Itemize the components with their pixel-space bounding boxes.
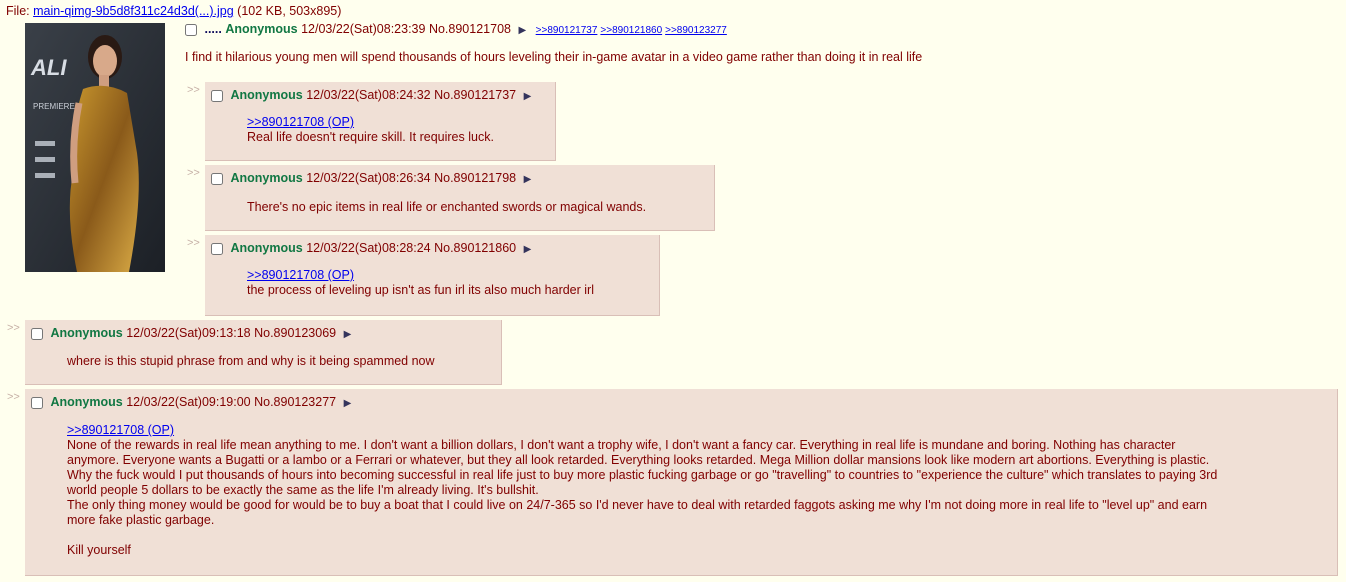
post-date: 12/03/22(Sat)09:19:00 [126, 395, 250, 409]
message-line: There's no epic items in real life or en… [247, 200, 646, 214]
quote-link[interactable]: >>890121708 (OP) [247, 115, 354, 129]
post-date: 12/03/22(Sat)08:28:24 [306, 241, 430, 255]
op-select-checkbox[interactable] [185, 24, 197, 36]
message-line: Real life doesn't require skill. It requ… [247, 130, 494, 144]
reply-message: There's no epic items in real life or en… [247, 200, 646, 215]
post-menu-arrow-icon[interactable]: ▶ [524, 174, 532, 185]
op-date: 12/03/22(Sat)08:23:39 [301, 22, 425, 36]
reply-select-checkbox[interactable] [211, 243, 223, 255]
op-post-header: ..... Anonymous 12/03/22(Sat)08:23:39 No… [185, 22, 922, 36]
svg-text:ALI: ALI [30, 55, 67, 80]
post-date: 12/03/22(Sat)09:13:18 [126, 326, 250, 340]
reply-select-checkbox[interactable] [31, 328, 43, 340]
message-line: more fake plastic garbage. [67, 513, 214, 527]
reply-select-checkbox[interactable] [211, 90, 223, 102]
reply-select-checkbox[interactable] [211, 173, 223, 185]
op-post-number[interactable]: No.890121708 [429, 22, 511, 36]
file-label: File: [6, 4, 33, 18]
post-menu-arrow-icon[interactable]: ▶ [524, 244, 532, 255]
quote-link[interactable]: >>890121708 (OP) [67, 423, 174, 437]
reply-header: Anonymous 12/03/22(Sat)08:28:24 No.89012… [211, 241, 531, 255]
reply-post: Anonymous 12/03/22(Sat)08:28:24 No.89012… [205, 235, 660, 316]
message-line: the process of leveling up isn't as fun … [247, 283, 594, 297]
backlink[interactable]: >>890121860 [600, 25, 662, 36]
reply-header: Anonymous 12/03/22(Sat)09:13:18 No.89012… [31, 326, 351, 340]
reply-header: Anonymous 12/03/22(Sat)08:24:32 No.89012… [211, 88, 531, 102]
backlink[interactable]: >>890121737 [536, 25, 598, 36]
reply-post: Anonymous 12/03/22(Sat)09:19:00 No.89012… [25, 389, 1338, 576]
op-post: ..... Anonymous 12/03/22(Sat)08:23:39 No… [185, 22, 922, 65]
svg-text:PREMIERE: PREMIERE [33, 102, 75, 111]
message-line: anymore. Everyone wants a Bugatti or a l… [67, 453, 1209, 467]
post-menu-arrow-icon[interactable]: ▶ [524, 91, 532, 102]
backlink[interactable]: >>890123277 [665, 25, 727, 36]
post-number[interactable]: No.890123277 [254, 395, 336, 409]
file-meta: (102 KB, 503x895) [234, 4, 342, 18]
reply-message: >>890121708 (OP) the process of leveling… [247, 268, 594, 298]
post-date: 12/03/22(Sat)08:24:32 [306, 88, 430, 102]
op-subject: ..... [204, 22, 221, 36]
reply-post: Anonymous 12/03/22(Sat)09:13:18 No.89012… [25, 320, 502, 385]
file-link[interactable]: main-qimg-9b5d8f311c24d3d(...).jpg [33, 4, 234, 18]
poster-name: Anonymous [230, 88, 302, 102]
post-menu-arrow-icon[interactable]: ▶ [344, 329, 352, 340]
reply-message: >>890121708 (OP) None of the rewards in … [67, 423, 1217, 558]
reply-header: Anonymous 12/03/22(Sat)08:26:34 No.89012… [211, 171, 531, 185]
reply-select-checkbox[interactable] [31, 397, 43, 409]
reply-post: Anonymous 12/03/22(Sat)08:24:32 No.89012… [205, 82, 556, 161]
post-menu-arrow-icon[interactable]: ▶ [518, 25, 526, 36]
message-line: Why the fuck would I put thousands of ho… [67, 468, 1217, 482]
reply-message: where is this stupid phrase from and why… [67, 354, 435, 369]
side-arrows: >> [187, 84, 200, 96]
poster-name: Anonymous [230, 171, 302, 185]
post-number[interactable]: No.890121860 [434, 241, 516, 255]
side-arrows: >> [187, 167, 200, 179]
side-arrows: >> [7, 391, 20, 403]
reply-header: Anonymous 12/03/22(Sat)09:19:00 No.89012… [31, 395, 351, 409]
message-line: world people 5 dollars to be exactly the… [67, 483, 539, 497]
reply-message: >>890121708 (OP) Real life doesn't requi… [247, 115, 494, 145]
op-thumbnail-image[interactable]: ALI PREMIERE [25, 23, 165, 272]
reply-post: Anonymous 12/03/22(Sat)08:26:34 No.89012… [205, 165, 715, 231]
op-message: I find it hilarious young men will spend… [185, 50, 922, 65]
poster-name: Anonymous [50, 326, 122, 340]
poster-name: Anonymous [230, 241, 302, 255]
post-date: 12/03/22(Sat)08:26:34 [306, 171, 430, 185]
side-arrows: >> [7, 322, 20, 334]
op-poster-name: Anonymous [225, 22, 297, 36]
side-arrows: >> [187, 237, 200, 249]
file-info: File: main-qimg-9b5d8f311c24d3d(...).jpg… [6, 4, 341, 18]
message-line: None of the rewards in real life mean an… [67, 438, 1175, 452]
message-line: Kill yourself [67, 543, 131, 557]
poster-name: Anonymous [50, 395, 122, 409]
message-line: where is this stupid phrase from and why… [67, 354, 435, 368]
quote-link[interactable]: >>890121708 (OP) [247, 268, 354, 282]
post-menu-arrow-icon[interactable]: ▶ [344, 398, 352, 409]
post-number[interactable]: No.890121798 [434, 171, 516, 185]
post-number[interactable]: No.890121737 [434, 88, 516, 102]
op-backlinks: >>890121737>>890121860>>890123277 [536, 25, 730, 36]
post-number[interactable]: No.890123069 [254, 326, 336, 340]
message-line: The only thing money would be good for w… [67, 498, 1207, 512]
